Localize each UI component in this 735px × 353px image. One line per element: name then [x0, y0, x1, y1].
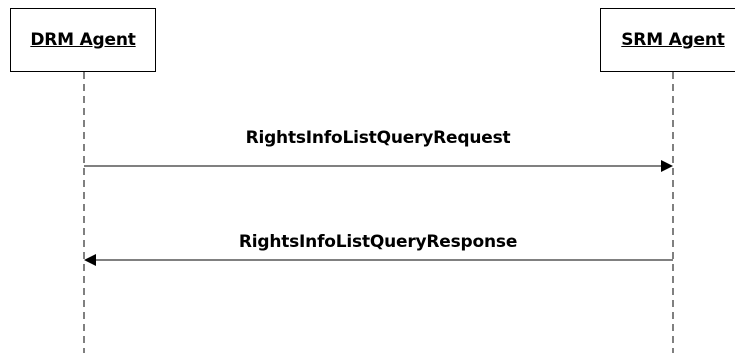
- actor-drm-agent-label: DRM Agent: [30, 30, 136, 50]
- message-response-label: RightsInfoListQueryResponse: [238, 232, 518, 252]
- actor-srm-agent: SRM Agent: [600, 8, 735, 72]
- actor-srm-agent-label: SRM Agent: [621, 30, 725, 50]
- message-request-label: RightsInfoListQueryRequest: [245, 128, 511, 148]
- response-arrowhead: [84, 254, 96, 266]
- request-arrowhead: [661, 160, 673, 172]
- actor-drm-agent: DRM Agent: [10, 8, 156, 72]
